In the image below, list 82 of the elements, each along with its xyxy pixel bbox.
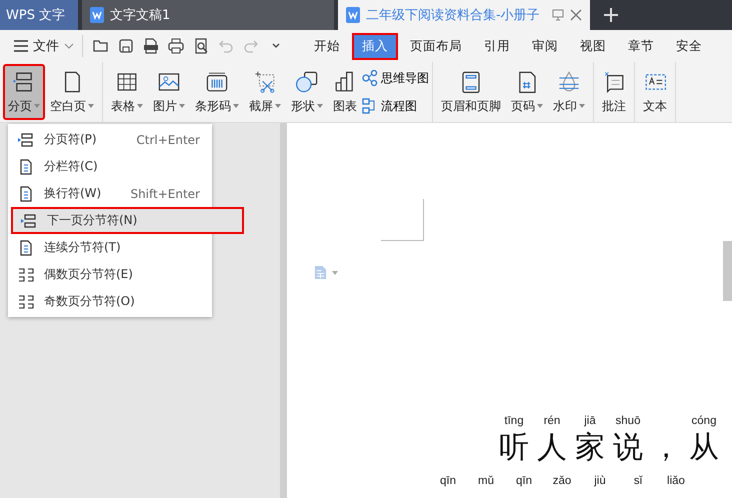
break-icon (18, 132, 34, 148)
watermark-icon (557, 70, 581, 94)
document-text: 人 (537, 431, 567, 465)
menu-item[interactable]: 连续分节符(T) (8, 234, 212, 261)
ribbon-button[interactable]: 页眉和页脚 (436, 64, 506, 120)
break-icon (18, 294, 34, 310)
ribbon-button[interactable]: 思维导图 (362, 70, 429, 86)
save-icon[interactable] (118, 38, 134, 54)
pinyin-text: zǎo (552, 475, 572, 489)
document-text: ， (651, 431, 681, 465)
file-menu[interactable]: 文件 (0, 37, 82, 55)
pinyin-text: mǔ (478, 475, 494, 489)
pinyin-text: jiù (594, 475, 606, 489)
ribbon-button[interactable]: 文本 (638, 64, 672, 120)
break-icon (18, 266, 34, 282)
break-icon (18, 240, 34, 256)
pinyin-text: rén (544, 415, 560, 429)
pinyin-text: liǎo (667, 475, 685, 489)
menu-item[interactable]: 奇数页分节符(O) (8, 288, 212, 315)
ribbon-tab[interactable]: 安全 (666, 32, 712, 60)
app-tab[interactable]: WPS 文字 (0, 0, 78, 30)
tab-title: 二年级下阅读资料合集-小册子 (366, 7, 541, 24)
menu-item[interactable]: 下一页分节符(N) (11, 207, 244, 234)
document-icon (346, 7, 360, 23)
break-icon (18, 158, 34, 174)
selection-block (723, 241, 732, 301)
tab-title: 文字文稿1 (110, 7, 172, 24)
document-text: 说 (613, 431, 643, 465)
ribbon-button[interactable]: 图表 (328, 64, 362, 120)
break-icon (18, 186, 34, 202)
add-tab-icon[interactable] (604, 8, 618, 22)
ribbon-button[interactable]: 空白页 (45, 64, 99, 120)
ribbon-button[interactable]: 截屏 (244, 64, 286, 120)
window-icon[interactable] (552, 9, 564, 21)
ribbon-button[interactable]: 表格 (106, 64, 148, 120)
mind-map-icon (362, 70, 378, 86)
pinyin-text: qīn (440, 475, 456, 489)
document-text: 听 (499, 431, 529, 465)
document-text: 从 (689, 431, 719, 465)
ribbon-button[interactable]: 页码 (506, 64, 548, 120)
comment-icon (602, 70, 626, 94)
menu-item[interactable]: 分页符(P) Ctrl+Enter (8, 126, 212, 153)
ribbon-button[interactable]: 分页 (3, 64, 45, 120)
ribbon-tab[interactable]: 开始 (304, 32, 350, 60)
document-text: 家 (575, 431, 605, 465)
close-icon[interactable] (570, 9, 582, 21)
shortcut-label: Shift+Enter (130, 186, 200, 200)
screenshot-icon (253, 70, 277, 94)
document-tab[interactable]: 文字文稿1 (82, 0, 334, 30)
ribbon-button[interactable]: 形状 (286, 64, 328, 120)
folder-icon[interactable] (93, 38, 109, 54)
document-icon (90, 7, 104, 23)
menu-item[interactable]: 分栏符(C) (8, 153, 212, 180)
ribbon-tab[interactable]: 页面布局 (400, 32, 472, 60)
pinyin-text: sǐ (634, 475, 642, 489)
margin-corner-mark (381, 199, 424, 241)
pinyin-text: tīng (504, 415, 524, 429)
ribbon-button[interactable]: 批注 (597, 64, 631, 120)
pinyin-text: qīn (516, 475, 532, 489)
pinyin-text: jiā (584, 415, 596, 429)
preview-icon[interactable] (193, 38, 209, 54)
ribbon-tab[interactable]: 审阅 (522, 32, 568, 60)
print-icon[interactable] (168, 38, 184, 54)
pinyin-text: cóng (692, 415, 716, 429)
ribbon-tab[interactable]: 视图 (570, 32, 616, 60)
chevron-icon (64, 43, 74, 49)
menu-icon (14, 40, 28, 52)
shortcut-label: Ctrl+Enter (136, 132, 200, 146)
ribbon-button[interactable]: 图片 (148, 64, 190, 120)
menu-item[interactable]: 偶数页分节符(E) (8, 261, 212, 288)
shapes-icon (295, 70, 319, 94)
pdf-icon[interactable] (143, 38, 159, 54)
break-icon (21, 212, 37, 228)
ribbon-button[interactable]: 水印 (548, 64, 590, 120)
menu-item[interactable]: 换行符(W) Shift+Enter (8, 180, 212, 207)
ribbon-tab[interactable]: 章节 (618, 32, 664, 60)
ribbon-button[interactable]: 条形码 (190, 64, 244, 120)
pinyin-text: shuō (616, 415, 640, 429)
ribbon-tab[interactable]: 插入 (352, 32, 398, 60)
document-tab[interactable]: 二年级下阅读资料合集-小册子 (338, 0, 590, 30)
ribbon-tab[interactable]: 引用 (474, 32, 520, 60)
ribbon-button[interactable]: 流程图 (362, 98, 429, 114)
